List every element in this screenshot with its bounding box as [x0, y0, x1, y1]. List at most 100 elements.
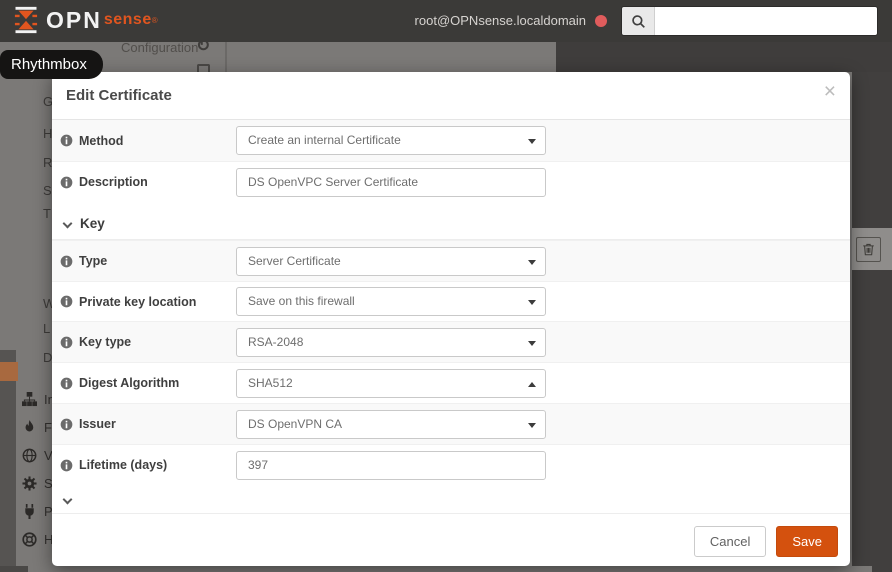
life-ring-icon: [22, 532, 37, 547]
global-search: [621, 6, 878, 36]
field-label: Digest Algorithm: [79, 376, 180, 390]
private-key-location-select[interactable]: Save on this firewall: [236, 287, 546, 316]
trash-icon: [863, 243, 874, 256]
section-key[interactable]: Key: [52, 202, 850, 240]
sidebar-fragment: W: [43, 296, 52, 311]
chevron-down-icon: [62, 494, 73, 505]
sidebar-fragment: H: [43, 126, 52, 141]
desktop-tooltip: Rhythmbox: [0, 50, 103, 79]
search-icon: [631, 14, 645, 28]
field-label: Type: [79, 254, 108, 268]
issuer-select[interactable]: DS OpenVPN CA: [236, 409, 546, 439]
form-row-method: Method Create an internal Certificate: [52, 120, 850, 161]
lifetime-field-wrap: [236, 450, 546, 480]
dialog-header: Edit Certificate ×: [52, 72, 850, 120]
dialog-body: Method Create an internal Certificate De…: [52, 120, 850, 516]
digest-algorithm-select[interactable]: SHA512: [236, 368, 546, 398]
sidebar-fragment: G: [43, 94, 52, 109]
sidebar-fragment: D: [43, 350, 52, 365]
bottom-strip-dark-right: [872, 566, 892, 572]
logo-text-primary: OPN: [46, 6, 102, 33]
form-row-key-type: Key type RSA-2048: [52, 321, 850, 362]
sitemap-icon: [22, 392, 37, 407]
caret-down-icon: [528, 139, 536, 144]
sidebar-item-help: Hel: [22, 532, 52, 547]
info-icon: [60, 134, 73, 147]
selected-value: Create an internal Certificate: [248, 133, 401, 147]
clipboard-icon: [197, 64, 210, 72]
screen: Configuration ↻ G H R S T W L D Inte Fir…: [0, 0, 892, 572]
save-button[interactable]: Save: [776, 525, 838, 557]
info-icon: [60, 336, 73, 348]
search-input[interactable]: [655, 7, 877, 35]
dimmed-left-sidebar: G H R S T W L D Inte Fire VPN Serv Pow: [0, 72, 52, 566]
dialog-footer: Cancel Save: [52, 516, 850, 566]
lifetime-field[interactable]: [248, 451, 523, 479]
selected-value: Save on this firewall: [248, 294, 355, 308]
sidebar-item-label: VPN: [44, 448, 52, 463]
plug-icon: [25, 504, 34, 519]
edit-certificate-dialog: Edit Certificate × Method Create an inte…: [52, 72, 850, 566]
sidebar-fragment: T: [43, 206, 51, 221]
cancel-button[interactable]: Cancel: [693, 525, 767, 557]
sidebar-item-services: Serv: [22, 476, 52, 491]
caret-down-icon: [528, 300, 536, 305]
info-icon: [60, 176, 73, 188]
selected-value: SHA512: [248, 375, 293, 390]
logged-in-user[interactable]: root@OPNsense.localdomain: [415, 13, 586, 28]
close-icon[interactable]: ×: [824, 81, 836, 102]
chevron-down-icon: [62, 218, 73, 229]
search-button[interactable]: [622, 7, 655, 35]
delete-button[interactable]: [856, 237, 881, 262]
sidebar-item-label: Inte: [44, 392, 52, 407]
section-title: Key: [80, 216, 105, 231]
selected-value: Server Certificate: [248, 253, 341, 268]
globe-icon: [22, 448, 37, 463]
info-icon: [60, 459, 73, 471]
caret-down-icon: [528, 259, 536, 265]
type-select[interactable]: Server Certificate: [236, 246, 546, 276]
fire-icon: [25, 420, 34, 432]
sidebar-item-label: Pow: [44, 504, 52, 519]
form-row-type: Type Server Certificate: [52, 240, 850, 281]
info-icon: [60, 295, 73, 308]
description-field-wrap: [236, 167, 546, 197]
caret-up-icon: [528, 381, 536, 387]
info-icon: [60, 377, 73, 389]
sidebar-fragment: R: [43, 155, 52, 170]
gear-icon: [22, 476, 37, 491]
sidebar-item-label: Fire: [44, 420, 52, 435]
sidebar-fragment: S: [43, 183, 52, 198]
sidebar-item-label: Serv: [44, 476, 52, 491]
logo-text-secondary: sense: [103, 11, 152, 28]
field-label: Lifetime (days): [79, 458, 168, 472]
hourglass-logo-icon: [14, 6, 38, 34]
field-label: Key type: [79, 335, 132, 349]
top-header-bar: OPN sense ® root@OPNsense.localdomain: [0, 0, 892, 42]
field-label: Private key location: [79, 294, 197, 309]
info-icon: [60, 418, 73, 430]
sidebar-fragment: L: [43, 321, 51, 336]
background-divider: [225, 42, 227, 72]
dialog-title: Edit Certificate: [66, 87, 172, 104]
dimmed-bottom-strip: [0, 566, 892, 572]
method-select[interactable]: Create an internal Certificate: [236, 126, 546, 155]
dimmed-right-area: [852, 72, 892, 566]
info-icon: [60, 255, 73, 267]
registered-mark: ®: [151, 15, 158, 25]
form-row-private-key-location: Private key location Save on this firewa…: [52, 281, 850, 321]
selected-value: DS OpenVPN CA: [248, 416, 343, 431]
sidebar-item-interfaces: Inte: [22, 392, 52, 407]
sidebar-item-label: Hel: [44, 532, 52, 547]
opnsense-logo[interactable]: OPN sense ®: [12, 6, 158, 34]
form-row-description: Description: [52, 161, 850, 202]
form-row-lifetime: Lifetime (days): [52, 444, 850, 485]
section-general[interactable]: [52, 485, 850, 514]
description-field[interactable]: [248, 168, 523, 196]
dimmed-page-strip-dark: [556, 42, 892, 72]
sidebar-edge-band: [0, 350, 16, 566]
key-type-select[interactable]: RSA-2048: [236, 327, 546, 357]
sidebar-item-vpn: VPN: [22, 448, 52, 463]
form-row-digest-algorithm: Digest Algorithm SHA512: [52, 362, 850, 403]
field-label: Method: [79, 133, 124, 148]
